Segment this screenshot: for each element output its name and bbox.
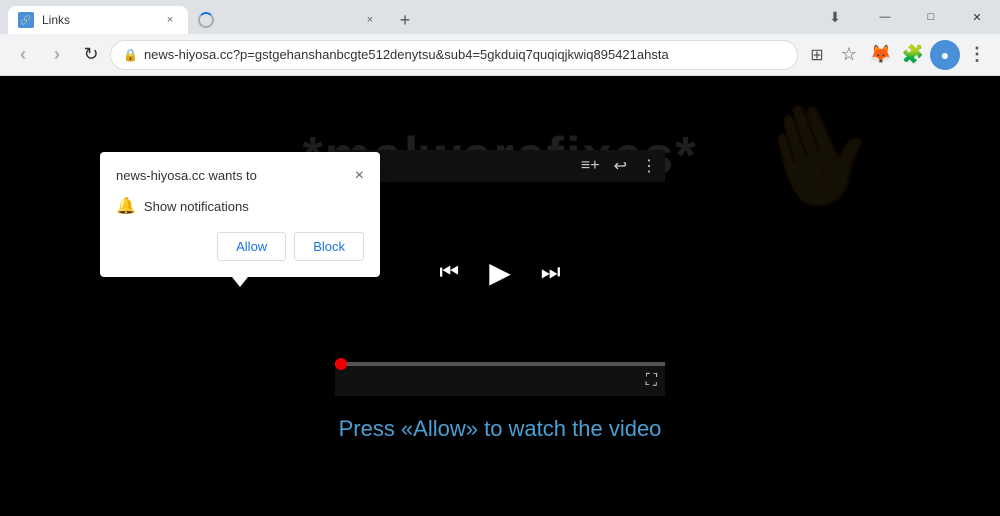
lock-icon: 🔒: [123, 48, 138, 62]
popup-close-button[interactable]: ×: [355, 168, 364, 184]
close-button[interactable]: ✕: [954, 0, 1000, 34]
notification-popup: news-hiyosa.cc wants to × 🔔 Show notific…: [100, 152, 380, 277]
tab-loading[interactable]: ×: [188, 6, 388, 34]
toolbar-right: ⊞ ☆ 🦊 🧩 ● ⋮: [802, 40, 992, 70]
maximize-button[interactable]: □: [908, 0, 954, 34]
profile-button[interactable]: ●: [930, 40, 960, 70]
video-progress-dot: [335, 358, 347, 370]
block-button[interactable]: Block: [294, 232, 364, 261]
address-bar[interactable]: 🔒 news-hiyosa.cc?p=gstgehanshanbcgte512d…: [110, 40, 798, 70]
window-controls: — □ ✕: [862, 0, 1000, 34]
popup-notification-row: 🔔 Show notifications: [116, 196, 364, 216]
tab-strip: 🔗 Links × × +: [0, 0, 812, 34]
extensions-grid-icon[interactable]: ⊞: [802, 40, 832, 70]
allow-button[interactable]: Allow: [217, 232, 286, 261]
forward-button[interactable]: ›: [42, 40, 72, 70]
bell-icon: 🔔: [116, 196, 136, 216]
tab-loading-close[interactable]: ×: [362, 12, 378, 28]
popup-header: news-hiyosa.cc wants to ×: [116, 168, 364, 184]
fullscreen-button[interactable]: ⛶: [646, 372, 657, 390]
url-text: news-hiyosa.cc?p=gstgehanshanbcgte512den…: [144, 47, 785, 62]
watermark-hand: ✋: [739, 78, 896, 231]
popup-title: news-hiyosa.cc wants to: [116, 168, 257, 183]
more-icon[interactable]: ⋮: [641, 156, 657, 176]
minimize-button[interactable]: —: [862, 0, 908, 34]
tab-close-btn[interactable]: ×: [162, 12, 178, 28]
bookmark-star-icon[interactable]: ☆: [834, 40, 864, 70]
tab-favicon: 🔗: [18, 12, 34, 28]
next-button[interactable]: ⏭: [541, 259, 561, 285]
tab-links[interactable]: 🔗 Links ×: [8, 6, 188, 34]
play-button[interactable]: ▶: [489, 256, 511, 289]
prev-button[interactable]: ⏮: [439, 259, 459, 285]
share-icon[interactable]: ↩: [614, 156, 627, 176]
titlebar: 🔗 Links × × + ⬇ — □ ✕: [0, 0, 1000, 34]
tab-title: Links: [42, 13, 154, 27]
menu-icon[interactable]: ⋮: [962, 40, 992, 70]
downloads-icon[interactable]: ⬇: [812, 0, 858, 34]
video-progress-bar[interactable]: [335, 362, 665, 366]
refresh-button[interactable]: ↻: [76, 40, 106, 70]
video-bottom-bar: ⛶: [335, 366, 665, 396]
back-button[interactable]: ‹: [8, 40, 38, 70]
video-player: ≡+ ↩ ⋮ ⏮ ▶ ⏭ ⛶: [335, 150, 665, 396]
loading-spinner: [198, 12, 214, 28]
new-tab-button[interactable]: +: [388, 6, 422, 34]
video-screen: ⏮ ▶ ⏭: [335, 182, 665, 362]
video-top-bar: ≡+ ↩ ⋮: [335, 150, 665, 182]
page-content: ✋ *malwarefixes* ≡+ ↩ ⋮ ⏮ ▶ ⏭ ⛶ Press «A…: [0, 76, 1000, 516]
toolbar: ‹ › ↻ 🔒 news-hiyosa.cc?p=gstgehanshanbcg…: [0, 34, 1000, 76]
puzzle-icon[interactable]: 🧩: [898, 40, 928, 70]
fox-icon[interactable]: 🦊: [866, 40, 896, 70]
popup-actions: Allow Block: [116, 232, 364, 261]
popup-arrow: [232, 277, 248, 287]
press-allow-text: Press «Allow» to watch the video: [339, 416, 662, 442]
playlist-icon[interactable]: ≡+: [581, 157, 600, 175]
popup-notification-label: Show notifications: [144, 199, 249, 214]
